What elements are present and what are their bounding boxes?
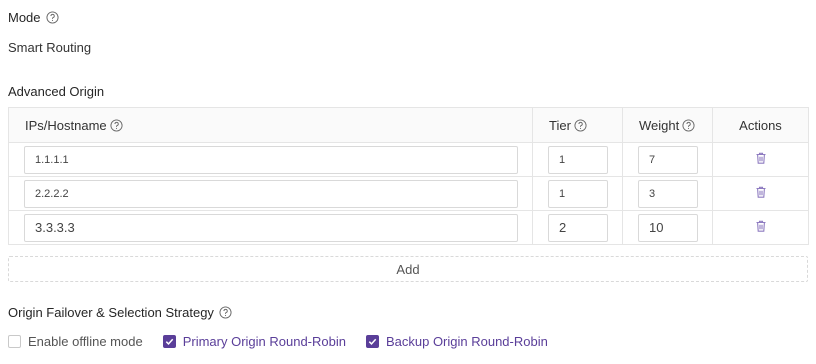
ip-cell [8,210,533,245]
tier-cell [532,210,623,245]
add-origin-button[interactable]: Add [8,256,808,282]
column-header-tier: Tier [532,107,623,143]
column-header-actions: Actions [712,107,809,143]
checkbox-label: Primary Origin Round-Robin [182,334,346,349]
ip-input[interactable] [24,179,518,208]
ip-input[interactable] [24,213,518,242]
mode-value: Smart Routing [8,40,92,55]
weight-cell [622,176,713,211]
column-header-weight: Weight [622,107,713,143]
trash-icon[interactable] [754,151,768,165]
checkmark-icon [165,338,173,345]
help-icon[interactable] [682,118,695,132]
help-icon[interactable] [219,306,232,319]
failover-label: Origin Failover & Selection Strategy [8,305,214,320]
table-row [8,210,809,245]
mode-label: Mode [8,10,41,25]
failover-label-row: Origin Failover & Selection Strategy [8,305,232,320]
trash-icon[interactable] [754,219,768,233]
checkbox-box[interactable] [162,335,176,348]
offline-mode-checkbox[interactable]: Enable offline mode [8,334,143,349]
table-row [8,176,809,211]
tier-input[interactable] [548,213,608,242]
tier-input[interactable] [548,179,608,208]
tier-cell [532,176,623,211]
checkmark-icon [368,338,377,345]
checkbox-box[interactable] [8,335,21,348]
help-icon[interactable] [45,11,59,24]
ip-cell [8,176,533,211]
weight-input[interactable] [638,145,698,174]
backup-round-robin-checkbox[interactable]: Backup Origin Round-Robin [365,334,548,349]
tier-input[interactable] [548,145,608,174]
checkbox-label: Backup Origin Round-Robin [385,334,548,349]
trash-icon[interactable] [754,185,768,199]
origin-table: IPs/Hostname Tier Weight Actions [8,107,809,245]
primary-round-robin-checkbox[interactable]: Primary Origin Round-Robin [162,334,346,349]
actions-cell [712,142,809,177]
failover-options: Enable offline mode Primary Origin Round… [8,334,568,349]
weight-input[interactable] [638,213,698,242]
weight-input[interactable] [638,179,698,208]
ip-cell [8,142,533,177]
checkbox-label: Enable offline mode [28,334,143,349]
table-row [8,142,809,177]
ip-input[interactable] [24,145,518,174]
actions-cell [712,210,809,245]
help-icon[interactable] [574,118,587,132]
checkbox-box[interactable] [365,335,379,348]
weight-cell [622,210,713,245]
tier-cell [532,142,623,177]
advanced-origin-label: Advanced Origin [8,84,105,99]
column-header-ip: IPs/Hostname [8,107,533,143]
actions-cell [712,176,809,211]
weight-cell [622,142,713,177]
mode-label-row: Mode [8,10,59,25]
table-header-row: IPs/Hostname Tier Weight Actions [8,107,809,143]
help-icon[interactable] [110,118,123,132]
